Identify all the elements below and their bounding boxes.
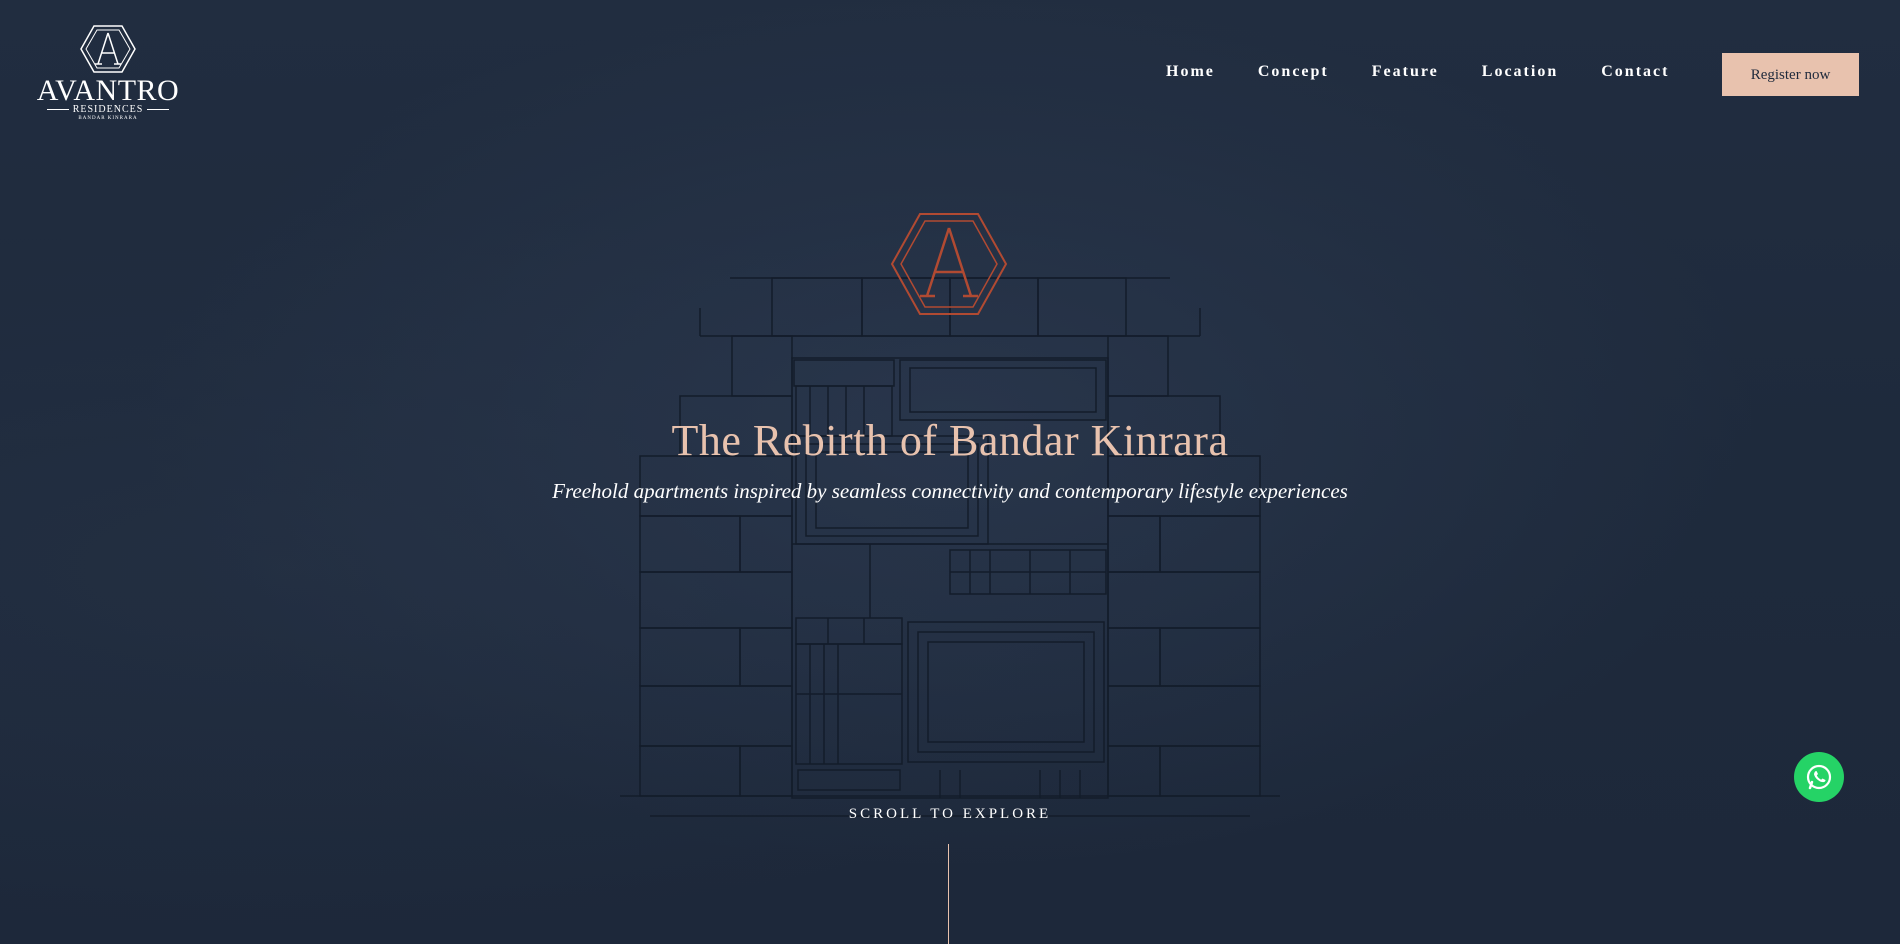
nav-contact[interactable]: Contact [1601, 60, 1669, 84]
nav-home[interactable]: Home [1166, 60, 1215, 84]
whatsapp-icon [1806, 764, 1832, 790]
register-now-button[interactable]: Register now [1722, 53, 1859, 96]
scroll-indicator-line [948, 844, 949, 944]
brand-name: AVANTRO [36, 74, 180, 107]
hero-subtitle: Freehold apartments inspired by seamless… [552, 479, 1348, 503]
avantro-hexagon-logo-icon [80, 25, 136, 73]
nav-feature[interactable]: Feature [1372, 60, 1439, 84]
whatsapp-button[interactable] [1794, 752, 1844, 802]
brand-subtitle: RESIDENCES [36, 104, 180, 115]
scroll-to-explore[interactable]: SCROLL TO EXPLORE [750, 806, 1150, 823]
main-nav: Home Concept Feature Location Contact [1166, 60, 1712, 84]
avantro-logo[interactable]: AVANTRO RESIDENCES BANDAR KINRARA [36, 24, 182, 124]
building-illustration [620, 277, 1280, 817]
hero-title: The Rebirth of Bandar Kinrara [671, 416, 1229, 465]
avantro-hexagon-emblem-icon [890, 213, 1008, 315]
nav-location[interactable]: Location [1482, 60, 1558, 84]
brand-location: BANDAR KINRARA [78, 116, 138, 121]
nav-concept[interactable]: Concept [1258, 60, 1329, 84]
